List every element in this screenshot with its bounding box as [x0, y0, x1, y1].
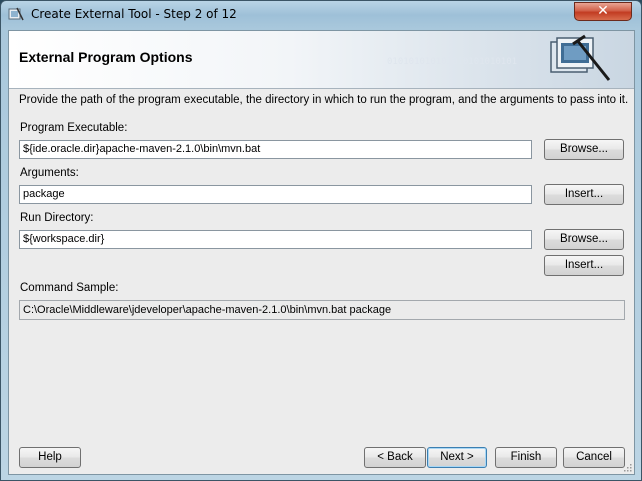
header-decor-binary: 010101010101010101010101 [387, 57, 518, 67]
title-bar[interactable]: Create External Tool - Step 2 of 12 ✕ [1, 1, 641, 27]
dialog-body: External Program Options 010101010101010… [8, 30, 635, 475]
arguments-label: Arguments: [20, 167, 79, 179]
finish-button[interactable]: Finish [495, 447, 557, 468]
cancel-button[interactable]: Cancel [563, 447, 625, 468]
arguments-insert-button[interactable]: Insert... [544, 184, 624, 205]
run-directory-label: Run Directory: [20, 212, 94, 224]
page-title: External Program Options [19, 49, 193, 65]
tool-wizard-icon [8, 7, 24, 21]
next-button[interactable]: Next > [427, 447, 487, 468]
run-directory-input[interactable]: ${workspace.dir} [19, 230, 532, 249]
resize-grip-icon[interactable] [622, 462, 632, 472]
run-directory-insert-button[interactable]: Insert... [544, 255, 624, 276]
command-sample-label: Command Sample: [20, 282, 119, 294]
description-text: Provide the path of the program executab… [19, 94, 629, 106]
back-button[interactable]: < Back [364, 447, 426, 468]
window-title: Create External Tool - Step 2 of 12 [31, 7, 237, 21]
dialog-window: Create External Tool - Step 2 of 12 ✕ Ex… [0, 0, 642, 481]
help-button[interactable]: Help [19, 447, 81, 468]
executable-input[interactable]: ${ide.oracle.dir}apache-maven-2.1.0\bin\… [19, 140, 532, 159]
executable-browse-button[interactable]: Browse... [544, 139, 624, 160]
wizard-header: External Program Options 010101010101010… [9, 31, 634, 89]
close-button[interactable]: ✕ [574, 2, 632, 21]
executable-label: Program Executable: [20, 122, 128, 134]
run-directory-browse-button[interactable]: Browse... [544, 229, 624, 250]
external-tool-graphic [550, 34, 611, 81]
arguments-input[interactable]: package [19, 185, 532, 204]
command-sample-field: C:\Oracle\Middleware\jdeveloper\apache-m… [19, 300, 625, 320]
close-icon: ✕ [597, 3, 609, 19]
